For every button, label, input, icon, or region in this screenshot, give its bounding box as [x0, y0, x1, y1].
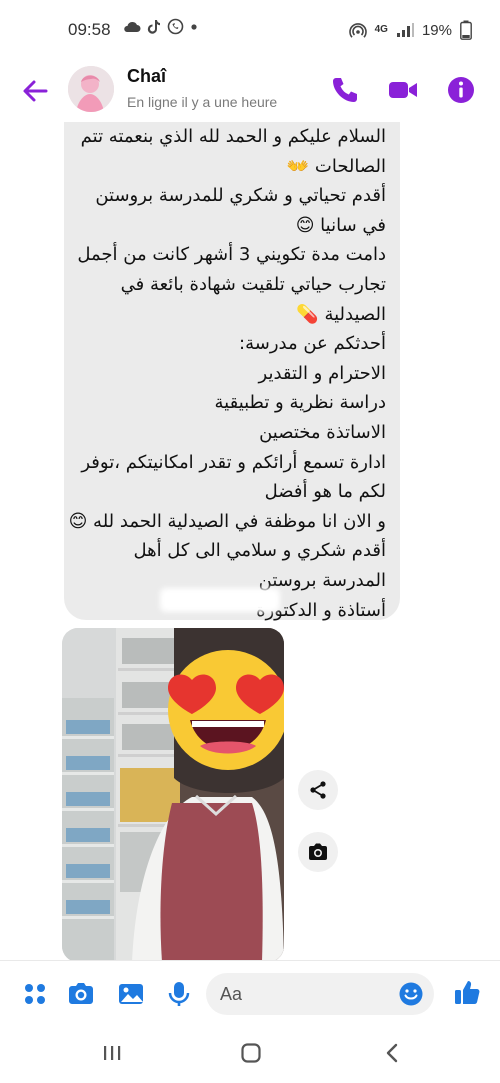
camera-icon: [309, 843, 327, 860]
back-nav-icon[interactable]: [382, 1042, 402, 1064]
chat-header: Chaî En ligne il y a une heure: [0, 58, 500, 122]
signal-icon: [396, 23, 414, 37]
home-icon[interactable]: [240, 1042, 262, 1064]
contact-avatar[interactable]: [68, 66, 114, 112]
share-button[interactable]: [298, 770, 338, 810]
avatar-image: [68, 66, 114, 112]
message-input-placeholder: Aa: [220, 984, 243, 1004]
status-system-icons: 4G 19%: [348, 20, 472, 40]
back-arrow-icon[interactable]: [18, 74, 52, 108]
android-nav-bar: [0, 1026, 500, 1083]
info-icon[interactable]: [444, 73, 478, 107]
network-type-label: 4G: [374, 24, 388, 35]
chat-area[interactable]: السلام عليكم و الحمد لله الذي بنعمته تتم…: [0, 122, 500, 960]
pharmacy-photo: [62, 628, 284, 960]
message-text: السلام عليكم و الحمد لله الذي بنعمته تتم…: [68, 126, 386, 621]
apps-grid-icon[interactable]: [20, 979, 50, 1009]
tiktok-icon: [147, 19, 160, 34]
contact-status: En ligne il y a une heure: [127, 94, 278, 110]
message-composer: Aa: [0, 960, 500, 1027]
phone-icon[interactable]: [328, 73, 362, 107]
redaction-blur: [160, 588, 280, 612]
status-notification-icons: [123, 18, 198, 35]
message-bubble[interactable]: السلام عليكم و الحمد لله الذي بنعمته تتم…: [64, 122, 400, 621]
hotspot-icon: [348, 23, 367, 38]
status-time: 09:58: [68, 20, 111, 39]
contact-name[interactable]: Chaî: [127, 66, 166, 87]
save-photo-button[interactable]: [298, 832, 338, 872]
share-icon: [310, 781, 326, 799]
battery-icon: [460, 20, 472, 40]
photo-message[interactable]: [62, 628, 284, 960]
message-input[interactable]: Aa: [206, 973, 434, 1015]
emoji-icon[interactable]: [398, 981, 424, 1007]
dot-icon: [191, 23, 197, 30]
gallery-icon[interactable]: [116, 979, 146, 1009]
like-icon[interactable]: [452, 977, 482, 1007]
camera-compose-icon[interactable]: [66, 979, 96, 1009]
status-bar: 09:58 4G 19%: [0, 0, 500, 58]
cloud-icon: [124, 21, 141, 32]
video-call-icon[interactable]: [386, 73, 420, 107]
microphone-icon[interactable]: [164, 979, 194, 1009]
recent-apps-icon[interactable]: [102, 1043, 122, 1063]
battery-percent: 19%: [421, 21, 452, 39]
whatsapp-icon: [167, 18, 184, 35]
